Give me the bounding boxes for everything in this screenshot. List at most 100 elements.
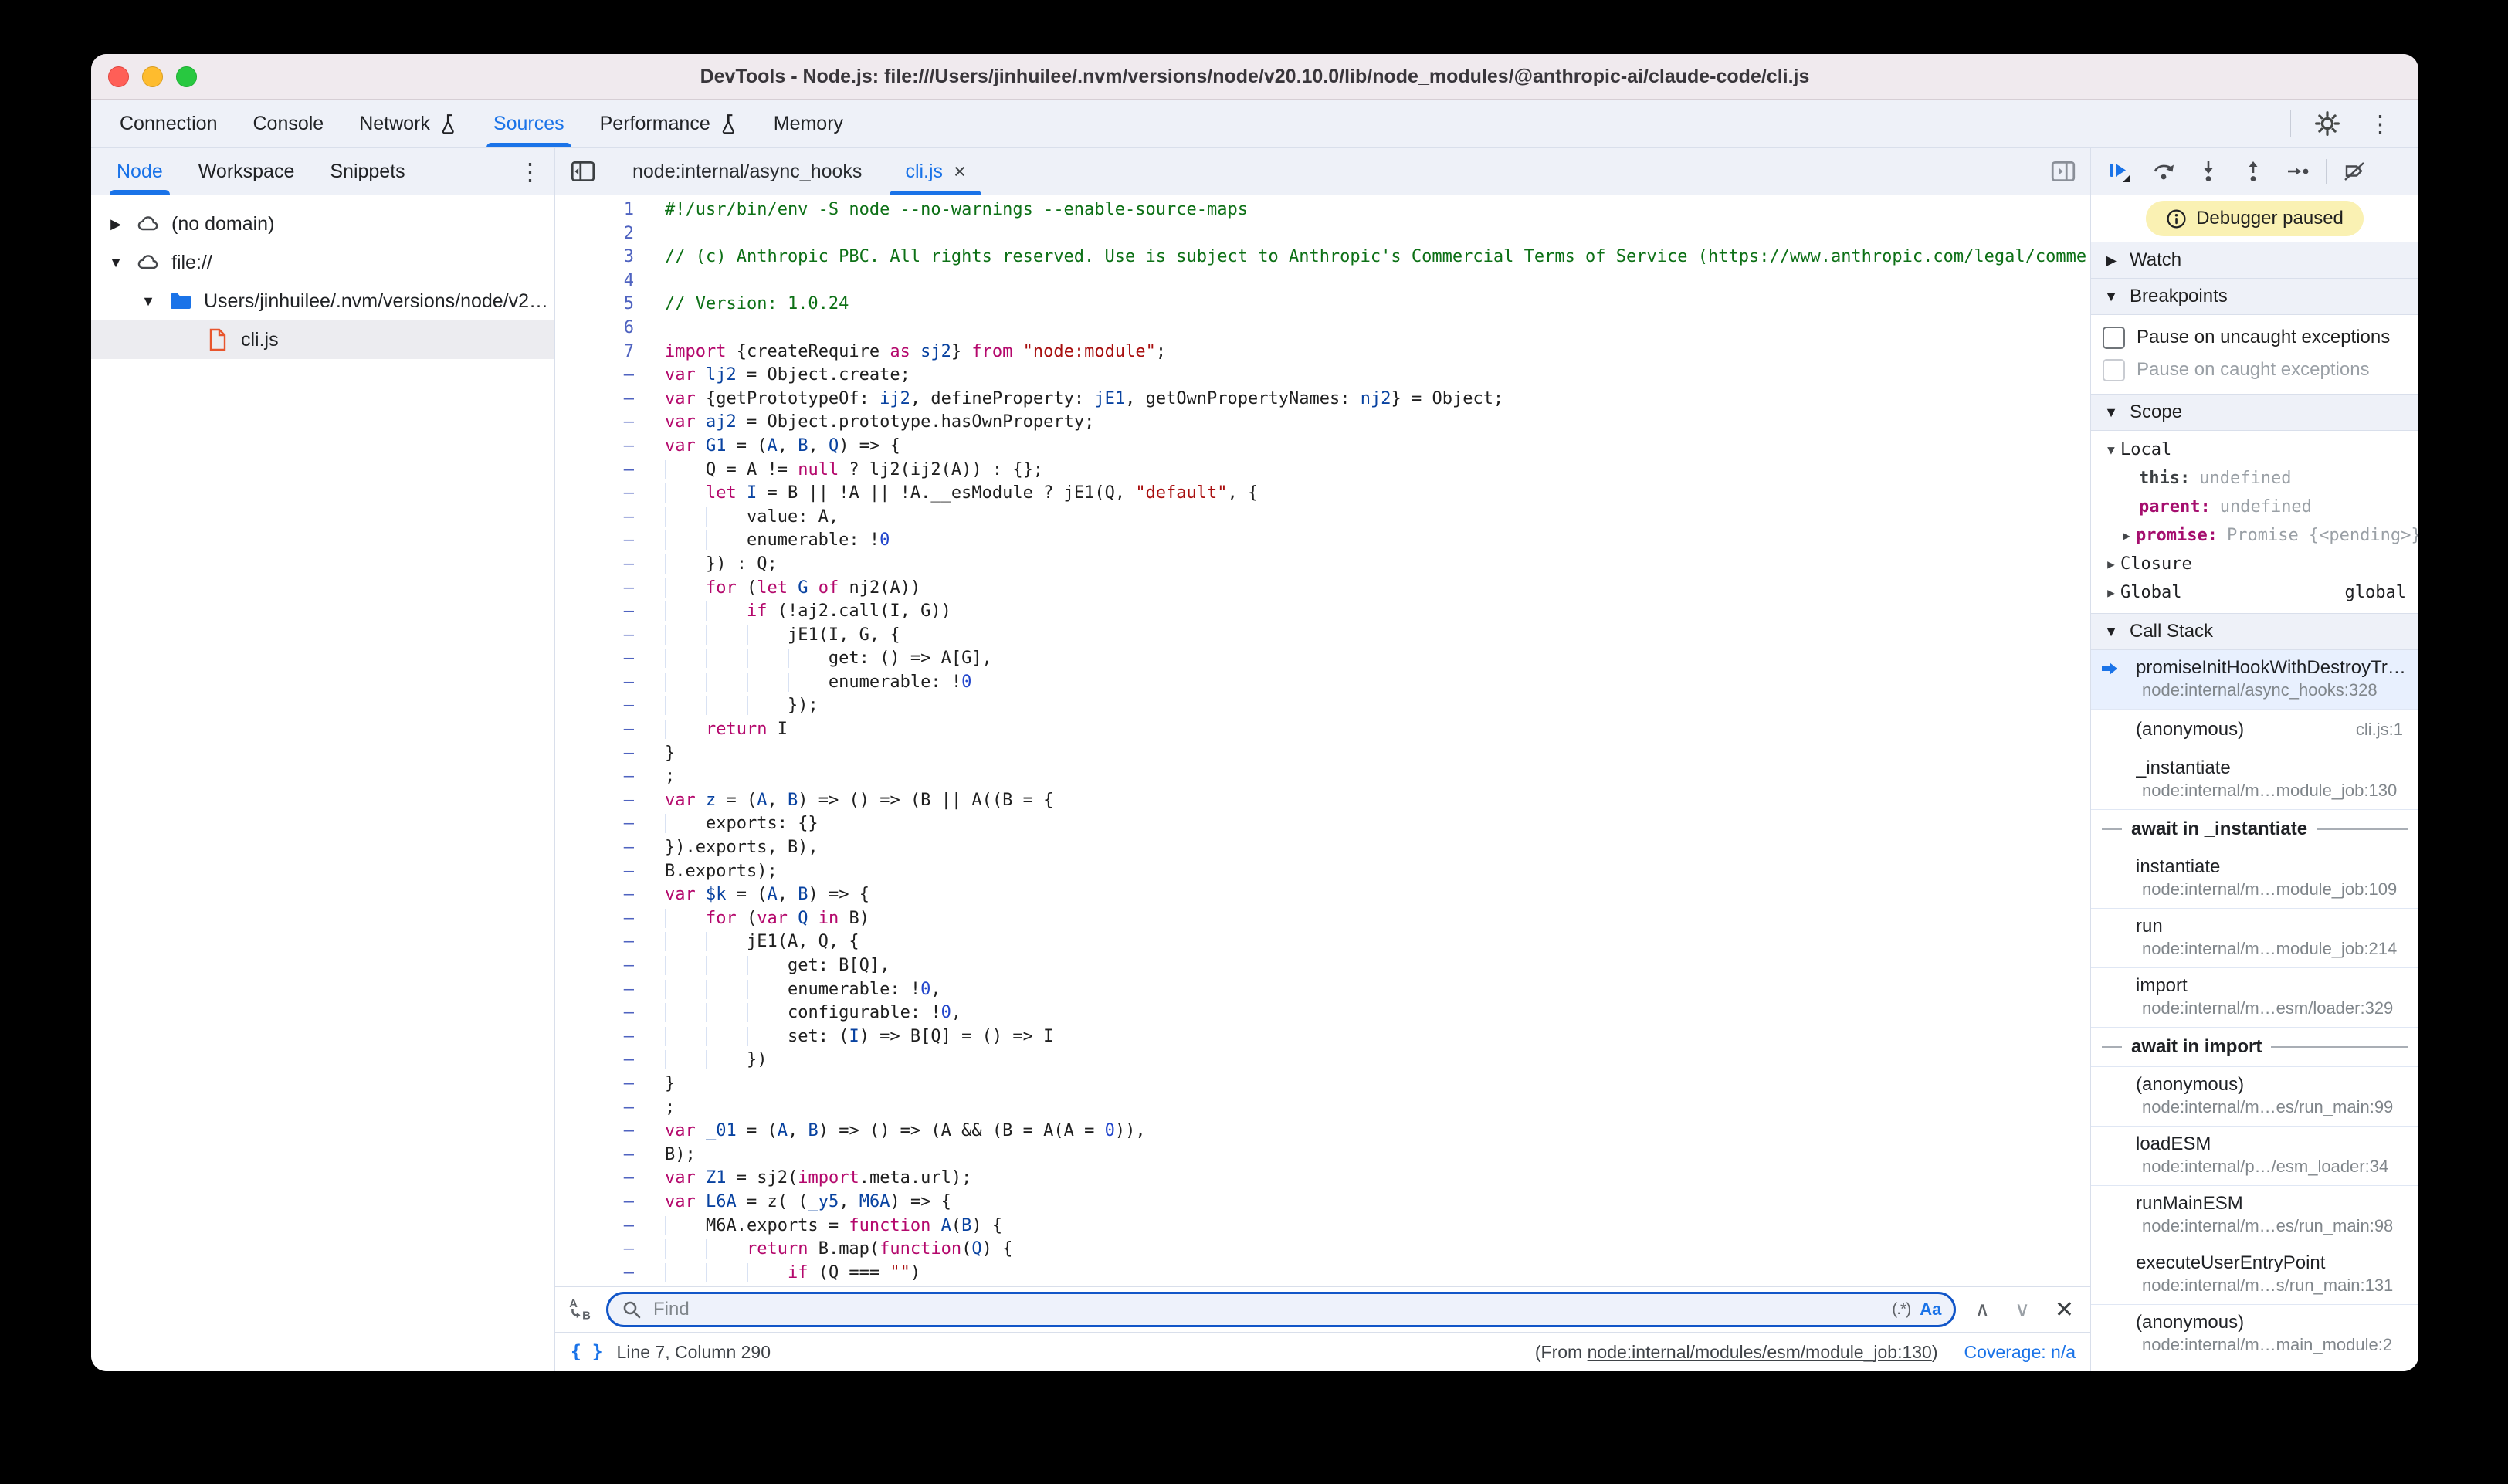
line-number[interactable]: – (555, 1096, 665, 1120)
line-number[interactable]: 6 (555, 317, 665, 341)
line-number[interactable]: 3 (555, 246, 665, 269)
line-number[interactable]: – (555, 1167, 665, 1191)
settings-gear-icon[interactable] (2314, 110, 2340, 137)
line-number[interactable]: – (555, 435, 665, 459)
regex-toggle[interactable]: (.*) (1892, 1300, 1910, 1319)
tab-memory[interactable]: Memory (756, 100, 861, 147)
find-input[interactable] (652, 1298, 1883, 1321)
section-scope[interactable]: ▼ Scope (2091, 394, 2418, 431)
scope-row-this[interactable]: this:undefined (2091, 464, 2418, 493)
tab-console[interactable]: Console (235, 100, 341, 147)
line-number[interactable]: – (555, 812, 665, 836)
tab-sources[interactable]: Sources (476, 100, 582, 147)
call-stack-frame[interactable]: executeUserEntryPointnode:internal/m…s/r… (2091, 1245, 2418, 1305)
line-number[interactable]: – (555, 1191, 665, 1215)
line-number[interactable]: 1 (555, 198, 665, 222)
checkbox[interactable] (2103, 327, 2125, 349)
sidebar-tab-node[interactable]: Node (99, 148, 181, 195)
line-number[interactable]: – (555, 577, 665, 601)
line-number[interactable]: – (555, 718, 665, 742)
tree-item--no-domain-[interactable]: ▶(no domain) (91, 205, 554, 243)
resume-script-icon[interactable] (2099, 154, 2139, 188)
tab-network[interactable]: Network (341, 100, 476, 147)
tree-item-users-jinhuilee-nvm-versions-node-v2-[interactable]: ▼Users/jinhuilee/.nvm/versions/node/v2… (91, 282, 554, 320)
checkbox[interactable] (2103, 359, 2125, 381)
line-number[interactable]: – (555, 765, 665, 789)
line-number[interactable]: – (555, 1001, 665, 1025)
scope-row-promise[interactable]: ▶promise:Promise {<pending>} (2091, 521, 2418, 550)
line-number[interactable]: – (555, 860, 665, 884)
line-number[interactable]: 4 (555, 269, 665, 293)
line-number[interactable]: – (555, 1049, 665, 1072)
line-number[interactable]: – (555, 836, 665, 860)
tab-connection[interactable]: Connection (102, 100, 235, 147)
expand-debugger-panel-icon[interactable] (2035, 158, 2091, 185)
step-icon[interactable] (2278, 154, 2318, 188)
scope-row-parent[interactable]: parent:undefined (2091, 493, 2418, 521)
editor-tab-node-internal-async-hooks[interactable]: node:internal/async_hooks (611, 148, 883, 195)
source-origin-link[interactable]: node:internal/modules/esm/module_job:130 (1588, 1342, 1932, 1362)
line-number[interactable]: – (555, 1143, 665, 1167)
section-call-stack[interactable]: ▼ Call Stack (2091, 613, 2418, 650)
deactivate-breakpoints-icon[interactable] (2334, 154, 2374, 188)
call-stack-frame[interactable]: _instantiatenode:internal/m…module_job:1… (2091, 750, 2418, 810)
call-stack-frame[interactable]: importnode:internal/m…esm/loader:329 (2091, 968, 2418, 1028)
call-stack-frame[interactable]: promiseInitHookWithDestroyTr…node:intern… (2091, 650, 2418, 710)
scope-row-Local[interactable]: ▼Local (2091, 435, 2418, 464)
line-number[interactable]: – (555, 930, 665, 954)
step-over-icon[interactable] (2144, 154, 2184, 188)
line-number[interactable]: – (555, 388, 665, 412)
line-number[interactable]: – (555, 647, 665, 671)
line-number[interactable]: – (555, 1262, 665, 1286)
section-breakpoints[interactable]: ▼ Breakpoints (2091, 279, 2418, 315)
line-number[interactable]: – (555, 907, 665, 931)
line-number[interactable]: – (555, 1025, 665, 1049)
scope-row-Closure[interactable]: ▶Closure (2091, 550, 2418, 578)
line-number[interactable]: – (555, 954, 665, 978)
call-stack-frame[interactable]: loadESMnode:internal/p…/esm_loader:34 (2091, 1127, 2418, 1186)
line-number[interactable]: – (555, 978, 665, 1002)
step-into-icon[interactable] (2188, 154, 2228, 188)
line-number[interactable]: – (555, 482, 665, 506)
find-previous-icon[interactable]: ∧ (1968, 1298, 1996, 1322)
scope-row-Global[interactable]: ▶Globalglobal (2091, 578, 2418, 607)
pretty-print-icon[interactable]: { } (571, 1342, 603, 1362)
match-case-toggle[interactable]: Aa (1920, 1299, 1941, 1320)
line-number[interactable]: – (555, 506, 665, 530)
section-watch[interactable]: ▶ Watch (2091, 242, 2418, 279)
line-number[interactable]: – (555, 789, 665, 813)
line-number[interactable]: – (555, 529, 665, 553)
line-number[interactable]: – (555, 742, 665, 766)
navigator-more-icon[interactable]: ⋮ (513, 160, 547, 184)
line-number[interactable]: – (555, 1072, 665, 1096)
line-number[interactable]: – (555, 1238, 665, 1262)
sidebar-tab-snippets[interactable]: Snippets (312, 148, 422, 195)
find-close-icon[interactable]: ✕ (2049, 1296, 2080, 1323)
line-number[interactable]: – (555, 883, 665, 907)
collapse-navigator-icon[interactable] (555, 158, 611, 185)
line-number[interactable]: – (555, 459, 665, 483)
line-number[interactable]: – (555, 600, 665, 624)
call-stack-frame[interactable]: runMainESMnode:internal/m…es/run_main:98 (2091, 1186, 2418, 1245)
line-number[interactable]: 2 (555, 222, 665, 246)
line-number[interactable]: – (555, 1120, 665, 1143)
line-number[interactable]: – (555, 364, 665, 388)
coverage-link[interactable]: Coverage: n/a (1964, 1342, 2076, 1363)
find-next-icon[interactable]: ∨ (2008, 1298, 2036, 1322)
tree-item-cli-js[interactable]: cli.js (91, 320, 554, 359)
call-stack-frame[interactable]: (anonymous)node:internal/m…es/run_main:9… (2091, 1067, 2418, 1127)
call-stack-frame[interactable]: runnode:internal/m…module_job:214 (2091, 909, 2418, 968)
step-out-icon[interactable] (2233, 154, 2273, 188)
tab-performance[interactable]: Performance (582, 100, 756, 147)
editor-tab-cli-js[interactable]: cli.js× (883, 148, 987, 195)
replace-toggle-icon[interactable]: A B (566, 1296, 594, 1323)
line-number[interactable]: – (555, 1215, 665, 1238)
more-options-icon[interactable]: ⋮ (2364, 112, 2397, 136)
sidebar-tab-workspace[interactable]: Workspace (181, 148, 313, 195)
tree-item-file-[interactable]: ▼file:// (91, 243, 554, 282)
line-number[interactable]: – (555, 694, 665, 718)
line-number[interactable]: 5 (555, 293, 665, 317)
call-stack-frame[interactable]: (anonymous)cli.js:1 (2091, 710, 2418, 750)
line-number[interactable]: – (555, 553, 665, 577)
line-number[interactable]: – (555, 411, 665, 435)
